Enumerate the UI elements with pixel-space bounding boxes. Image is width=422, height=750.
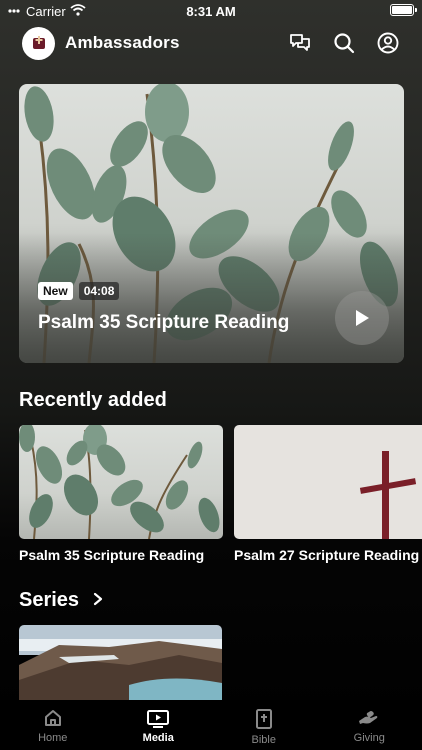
hero-title: Psalm 35 Scripture Reading	[38, 312, 290, 333]
cross-image	[359, 451, 417, 539]
bible-icon	[255, 709, 272, 729]
media-thumbnail	[19, 425, 223, 539]
chat-icon[interactable]	[288, 31, 312, 55]
status-bar: Carrier 8:31 AM	[0, 0, 422, 22]
tab-label: Giving	[353, 732, 385, 744]
featured-media-card[interactable]: New 04:08 Psalm 35 Scripture Reading	[19, 84, 404, 363]
landscape-image	[19, 625, 222, 705]
plant-thumbnail-image	[19, 425, 220, 539]
app-header: Ambassadors	[22, 26, 400, 60]
chevron-right-icon	[93, 589, 103, 612]
media-card[interactable]: Psalm 35 Scripture Reading	[19, 425, 223, 563]
media-thumbnail	[234, 425, 422, 539]
tab-label: Media	[142, 732, 174, 744]
series-title: Series	[19, 589, 80, 611]
play-icon	[356, 310, 369, 326]
org-name: Ambassadors	[65, 33, 180, 52]
duration-badge: 04:08	[78, 282, 120, 300]
search-icon[interactable]	[332, 31, 356, 55]
tab-bible[interactable]: Bible	[211, 700, 317, 750]
tab-label: Home	[38, 732, 68, 744]
org-logo[interactable]	[22, 26, 55, 60]
tab-bar: Home Media Bible Giving	[0, 700, 422, 750]
play-button[interactable]	[335, 291, 389, 345]
new-badge: New	[38, 282, 73, 300]
battery-icon	[390, 4, 417, 16]
tab-label: Bible	[251, 734, 276, 746]
media-card[interactable]: Psalm 27 Scripture Reading	[234, 425, 422, 563]
giving-icon	[359, 711, 378, 724]
church-logo-icon	[32, 36, 45, 49]
tab-media[interactable]: Media	[106, 700, 212, 750]
home-icon	[44, 710, 61, 726]
screen: Carrier 8:31 AM Ambassadors New 04:08 Ps…	[0, 0, 422, 750]
profile-icon[interactable]	[376, 31, 400, 55]
series-card[interactable]	[19, 625, 222, 705]
tab-giving[interactable]: Giving	[317, 700, 422, 750]
hero-badges: New 04:08	[38, 282, 120, 300]
recently-added-title: Recently added	[19, 389, 167, 411]
header-actions	[288, 31, 400, 55]
media-card-title: Psalm 27 Scripture Reading	[234, 547, 420, 563]
media-icon	[147, 710, 170, 728]
media-card-title: Psalm 35 Scripture Reading	[19, 547, 205, 563]
status-time: 8:31 AM	[186, 4, 236, 19]
tab-home[interactable]: Home	[0, 700, 106, 750]
series-header[interactable]: Series	[19, 589, 103, 612]
